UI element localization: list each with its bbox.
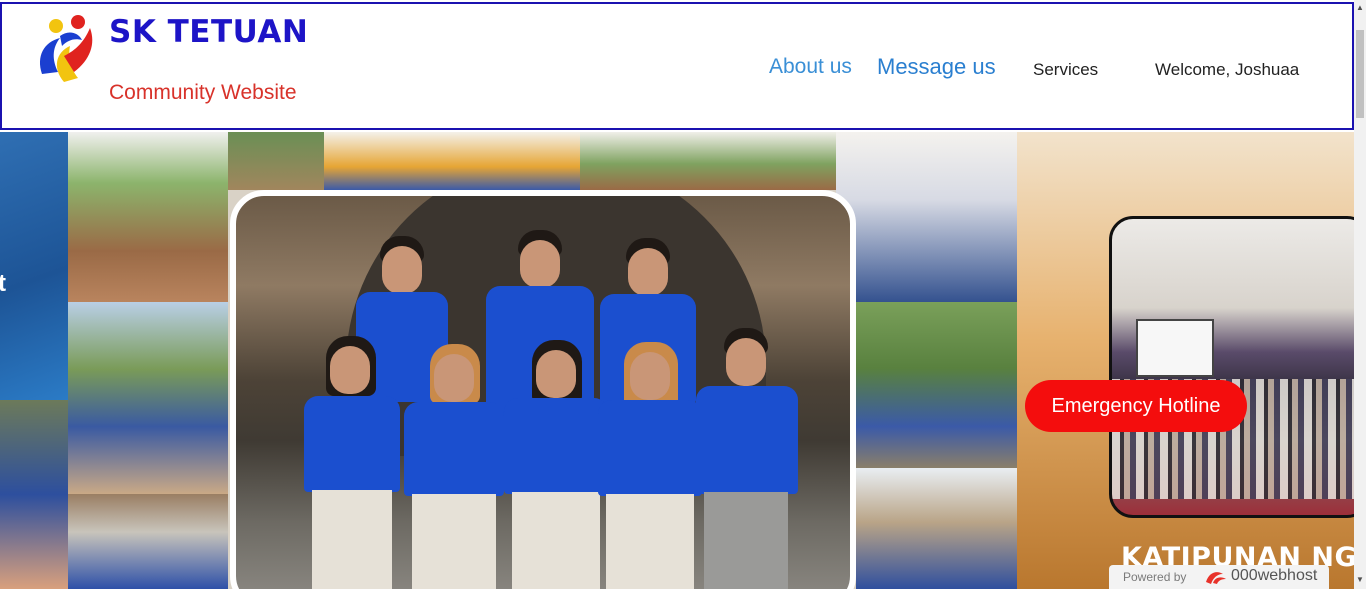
emergency-hotline-button[interactable]: Emergency Hotline <box>1025 380 1247 432</box>
powered-by-brand: 000webhost <box>1231 567 1318 584</box>
chevron-up-icon[interactable]: ▲ <box>1354 2 1366 14</box>
collage-photo <box>68 494 228 589</box>
powered-by-badge[interactable]: Powered by 000webhost <box>1109 565 1329 589</box>
collage-photo <box>228 132 324 190</box>
collage-photo <box>68 132 228 302</box>
nav-welcome-user[interactable]: Welcome, Joshuaa <box>1155 60 1299 80</box>
nav-message-link[interactable]: Message us <box>877 54 996 80</box>
brand-title[interactable]: SK TETUAN <box>109 14 308 50</box>
collage-photo <box>836 132 1017 302</box>
projector-screen <box>1136 319 1214 377</box>
event-photo <box>1109 216 1354 518</box>
collage-photo <box>856 468 1017 589</box>
site-header: SK TETUAN Community Website About us Mes… <box>0 2 1354 130</box>
chevron-down-icon[interactable]: ▼ <box>1354 574 1366 586</box>
scrollbar-thumb[interactable] <box>1356 30 1364 118</box>
page-scrollbar[interactable]: ▲ ▼ <box>1354 0 1366 589</box>
hero-collage: t KATIPUNAN NG Powered by 000webhost <box>0 132 1354 589</box>
featured-group-photo <box>230 190 856 589</box>
sk-logo-icon[interactable] <box>34 12 100 86</box>
collage-photo: t <box>0 132 68 400</box>
group-members <box>236 196 850 589</box>
page: SK TETUAN Community Website About us Mes… <box>0 0 1366 589</box>
collage-photo <box>856 302 1017 468</box>
collage-fragment-text: t <box>0 270 6 297</box>
powered-by-label: Powered by <box>1123 570 1187 584</box>
webhost-logo-icon <box>1206 572 1226 584</box>
nav-services-link[interactable]: Services <box>1033 60 1098 80</box>
emergency-hotline-label: Emergency Hotline <box>1051 395 1221 417</box>
collage-photo <box>580 132 836 190</box>
brand-subtitle: Community Website <box>109 81 297 104</box>
collage-photo <box>324 132 580 190</box>
collage-photo <box>0 400 68 589</box>
collage-photo <box>68 302 228 494</box>
nav-about-link[interactable]: About us <box>769 55 852 79</box>
